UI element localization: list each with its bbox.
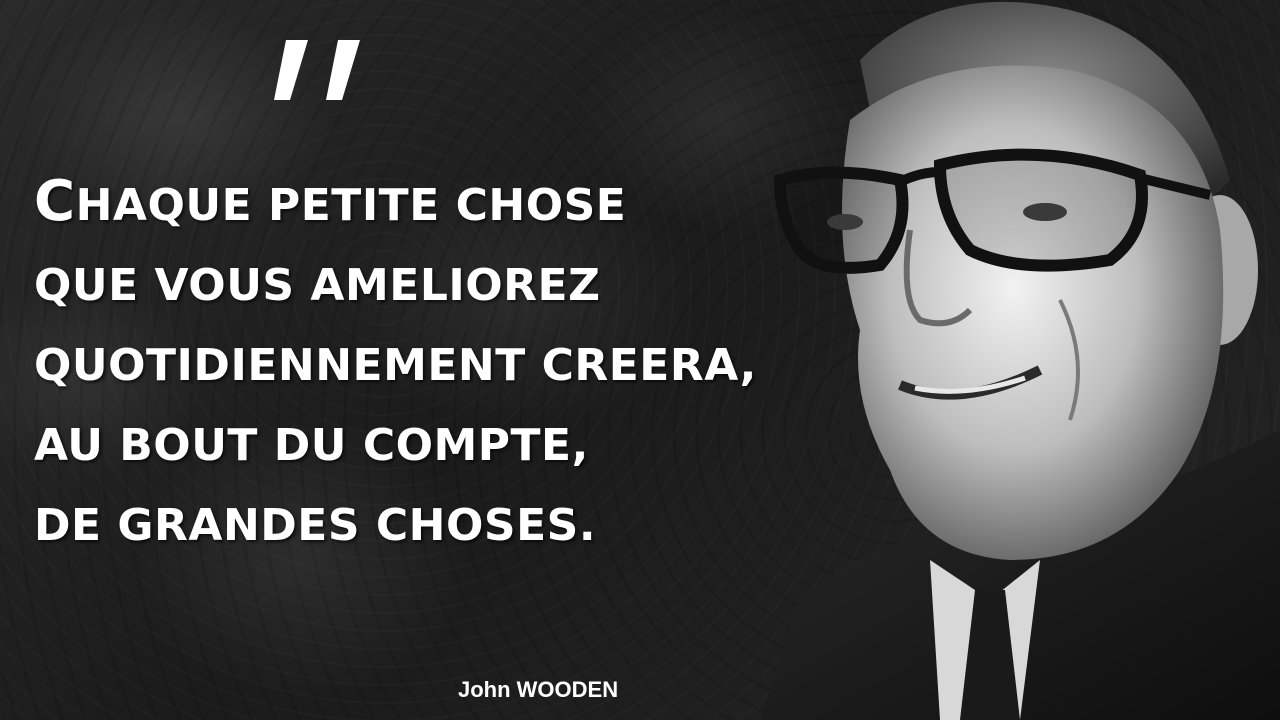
quotation-mark-icon [274,40,360,100]
quote-line-1: Chaque petite chose [34,162,854,246]
quote-line-3: quotidiennement creera, [34,340,757,391]
quote-poster: Chaque petite chose que vous ameliorez q… [0,0,1280,720]
quote-line-1-rest: haque petite chose [75,180,627,231]
quote-text: Chaque petite chose que vous ameliorez q… [34,162,854,566]
quote-line-2: que vous ameliorez [34,260,601,311]
quote-line-5: de grandes choses. [34,500,597,551]
author-name: John WOODEN [458,677,619,702]
portrait-image [760,1,1280,720]
drop-cap: C [34,169,76,234]
quote-line-4: au bout du compte, [34,420,589,471]
